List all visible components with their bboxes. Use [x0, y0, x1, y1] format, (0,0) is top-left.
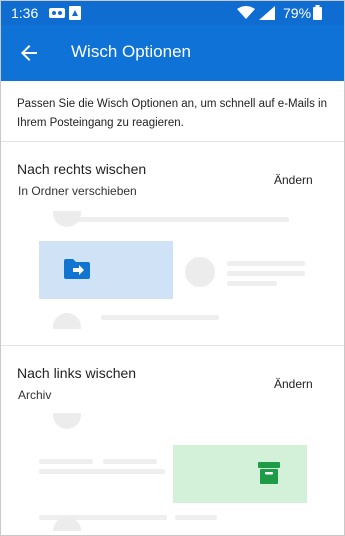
left-swipe-action-area: [173, 445, 307, 503]
preview-line: [59, 217, 289, 222]
signal-icon: [259, 6, 275, 23]
app-bar: Wisch Optionen: [1, 25, 344, 81]
preview-line: [39, 459, 93, 464]
preview-line: [39, 469, 165, 474]
voicemail-icon: [49, 6, 65, 23]
divider: [1, 141, 344, 142]
preview-line: [227, 261, 305, 266]
page-title: Wisch Optionen: [71, 42, 191, 61]
right-swipe-preview: [39, 211, 307, 329]
notification-icon: [69, 6, 81, 23]
left-swipe-change-button[interactable]: Ändern: [274, 377, 313, 391]
preview-avatar: [53, 313, 81, 329]
battery-percent: 79%: [283, 5, 312, 21]
status-time: 1:36: [11, 5, 39, 21]
archive-icon: [258, 462, 280, 489]
move-to-folder-icon: [64, 259, 90, 284]
left-swipe-preview: [39, 413, 307, 531]
preview-line: [103, 459, 157, 464]
left-swipe-title: Nach links wischen: [17, 365, 137, 381]
intro-text: Passen Sie die Wisch Optionen an, um sch…: [17, 98, 328, 129]
preview-line: [175, 515, 217, 520]
preview-avatar: [185, 257, 215, 287]
back-arrow-icon[interactable]: [17, 41, 41, 65]
right-swipe-action: In Ordner verschieben: [18, 184, 137, 198]
preview-avatar: [53, 211, 81, 227]
preview-avatar: [53, 413, 81, 429]
preview-line: [227, 281, 277, 286]
preview-line: [101, 315, 219, 320]
right-swipe-change-button[interactable]: Ändern: [274, 173, 313, 187]
preview-line: [227, 271, 305, 276]
right-swipe-title: Nach rechts wischen: [17, 161, 147, 177]
left-swipe-action: Archiv: [18, 388, 52, 402]
wifi-icon: [237, 6, 255, 23]
right-swipe-action-area: [39, 241, 173, 299]
battery-icon: [313, 5, 322, 23]
divider: [1, 345, 344, 346]
status-bar: 1:36 79%: [1, 1, 344, 25]
